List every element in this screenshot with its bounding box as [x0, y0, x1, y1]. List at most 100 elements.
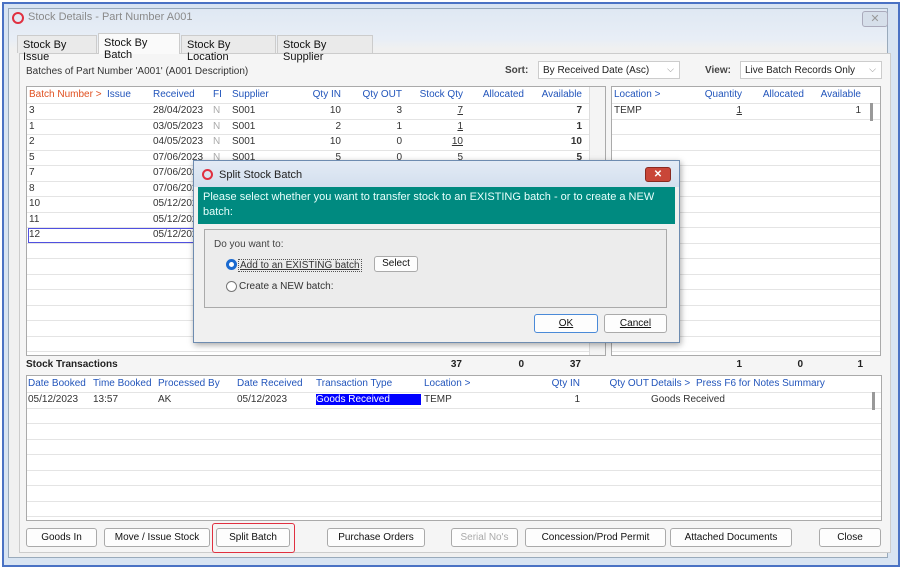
column-header[interactable]: Time Booked [93, 378, 155, 389]
column-header[interactable]: Received [153, 89, 211, 100]
cell-fi: N [213, 105, 221, 116]
row-divider [612, 351, 880, 352]
attached-documents-button[interactable]: Attached Documents [670, 528, 792, 547]
cell-supplier: S001 [232, 136, 256, 147]
cell-supplier: S001 [232, 120, 256, 132]
dialog-close-button[interactable]: ✕ [645, 167, 671, 182]
cell-transaction-type: Goods Received [316, 394, 421, 405]
scrollbar[interactable] [870, 103, 873, 121]
cell-date-received: 05/12/2023 [237, 394, 288, 405]
row-divider [27, 500, 881, 502]
cell-available: 10 [570, 136, 582, 147]
cancel-button[interactable]: Cancel [604, 314, 667, 333]
cell-fi: N [213, 120, 221, 132]
totals-row: Stock Transactions 37 0 37 1 0 1 [26, 359, 886, 371]
column-header[interactable]: Date Booked [28, 378, 90, 389]
cell-stock-qty: 10 [451, 136, 463, 147]
table-row[interactable]: 2 04/05/2023 N S001 10 0 10 10 [27, 135, 605, 151]
column-header[interactable]: Qty OUT [587, 378, 649, 389]
column-header[interactable]: Allocated [467, 89, 524, 100]
tab-stock-by-batch[interactable]: Stock By Batch [98, 33, 180, 61]
cell-qty-out: 0 [396, 136, 402, 147]
sort-value: By Received Date (Asc) [543, 65, 650, 76]
column-header[interactable]: Batch Number > [29, 89, 102, 100]
column-header[interactable]: Stock Qty [407, 89, 463, 100]
column-header[interactable]: Processed By [158, 378, 234, 389]
table-row[interactable]: 1 03/05/2023 N S001 2 1 1 1 [27, 120, 605, 136]
cell-batch: 1 [29, 120, 35, 132]
row-divider [27, 423, 881, 424]
scrollbar[interactable] [872, 392, 875, 410]
column-header[interactable]: Press F6 for Notes Summary [696, 378, 846, 389]
table-row[interactable]: 05/12/2023 13:57 AK 05/12/2023 Goods Receive… [27, 393, 881, 409]
loc-total-allocated: 0 [797, 359, 803, 370]
row-divider [27, 516, 881, 517]
cell-available: 1 [855, 105, 861, 116]
concession-prod-permit-button[interactable]: Concession/Prod Permit [525, 528, 666, 547]
cell-time-booked: 13:57 [93, 394, 119, 405]
column-header[interactable]: Location > [614, 89, 684, 100]
column-header[interactable]: Allocated [747, 89, 804, 100]
view-select[interactable]: Live Batch Records Only ⌵ [740, 61, 882, 79]
table-row[interactable]: TEMP 1 1 [612, 104, 880, 120]
option-existing-label[interactable]: Add to an EXISTING batch [238, 259, 362, 272]
tab-stock-by-supplier[interactable]: Stock By Supplier [277, 35, 373, 63]
cell-qty-in: 1 [574, 394, 580, 405]
ok-button[interactable]: OK [534, 314, 598, 333]
sort-select[interactable]: By Received Date (Asc) ⌵ [538, 61, 680, 79]
column-header[interactable]: FI [213, 89, 227, 100]
column-header[interactable]: Available [807, 89, 861, 100]
cell-received: 03/05/2023 [153, 120, 204, 132]
transactions-grid[interactable]: Date Booked Time Booked Processed By Date R… [26, 375, 882, 521]
cell-stock-qty: 7 [457, 105, 463, 116]
cell-qty-in: 10 [329, 105, 341, 116]
column-header[interactable]: Location > [424, 378, 484, 389]
cell-quantity: 1 [736, 105, 742, 116]
cell-qty-in: 2 [335, 120, 341, 132]
sort-label: Sort: [505, 65, 529, 76]
window-close-button[interactable]: ✕ [862, 11, 888, 27]
purchase-orders-button[interactable]: Purchase Orders [327, 528, 425, 547]
close-button[interactable]: Close [819, 528, 881, 547]
column-header[interactable]: Transaction Type [316, 378, 421, 389]
column-header[interactable]: Qty OUT [347, 89, 402, 100]
move-issue-stock-button[interactable]: Move / Issue Stock [104, 528, 210, 547]
serial-nos-button[interactable]: Serial No's [451, 528, 518, 547]
column-header[interactable]: Issue [107, 89, 147, 100]
question-label: Do you want to: [214, 239, 284, 250]
cell-supplier: S001 [232, 105, 256, 116]
tab-stock-by-location[interactable]: Stock By Location [181, 35, 276, 63]
stock-transactions-label: Stock Transactions [26, 359, 118, 370]
split-batch-button[interactable]: Split Batch [216, 528, 290, 547]
cell-details: Goods Received [651, 394, 725, 405]
column-header[interactable]: Quantity [682, 89, 742, 100]
column-header[interactable]: Available [527, 89, 582, 100]
radio-existing-batch[interactable] [226, 259, 237, 270]
column-header[interactable]: Qty IN [527, 378, 580, 389]
goods-in-button[interactable]: Goods In [26, 528, 97, 547]
cell-batch: 2 [29, 136, 35, 147]
cell-batch: 3 [29, 105, 35, 116]
cell-qty-out: 1 [396, 120, 402, 132]
row-divider [27, 485, 881, 486]
selected-row-outline [28, 228, 208, 243]
cell-available: 1 [576, 120, 582, 132]
window-title: Stock Details - Part Number A001 [28, 11, 193, 23]
cell-received: 28/04/2023 [153, 105, 204, 116]
column-header[interactable]: Qty IN [289, 89, 341, 100]
select-batch-button[interactable]: Select [374, 256, 418, 272]
tab-stock-by-issue[interactable]: Stock By Issue [17, 35, 97, 63]
row-divider [27, 469, 881, 471]
cell-received: 04/05/2023 [153, 136, 204, 147]
cell-available: 7 [576, 105, 582, 116]
chevron-down-icon: ⌵ [667, 64, 674, 74]
radio-new-batch[interactable] [226, 281, 237, 292]
total-allocated: 0 [518, 359, 524, 370]
total-available: 37 [569, 359, 581, 370]
table-row[interactable]: 3 28/04/2023 N S001 10 3 7 7 [27, 104, 605, 120]
option-new-label[interactable]: Create a NEW batch: [239, 281, 333, 292]
row-divider [612, 134, 880, 135]
column-header[interactable]: Date Received [237, 378, 313, 389]
cell-qty-in: 10 [329, 136, 341, 147]
column-header[interactable]: Supplier [232, 89, 282, 100]
